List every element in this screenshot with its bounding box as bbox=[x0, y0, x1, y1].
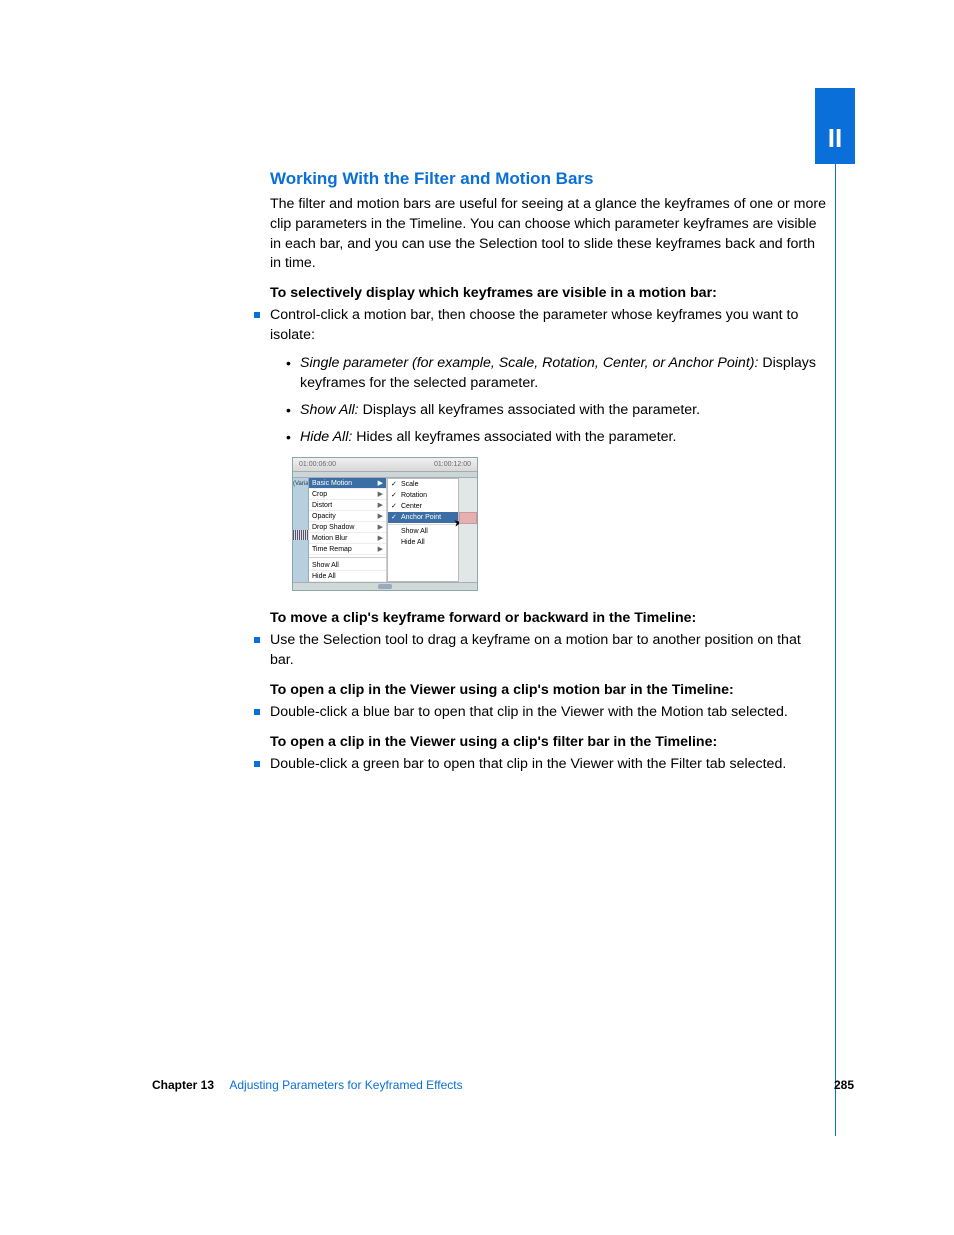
submenu-arrow-icon: ▶ bbox=[378, 523, 383, 533]
check-icon: ✓ bbox=[391, 491, 398, 501]
section-heading: Working With the Filter and Motion Bars bbox=[270, 167, 826, 191]
submenu-arrow-icon: ▶ bbox=[378, 512, 383, 522]
scrollbar[interactable] bbox=[293, 582, 477, 590]
submenu-item-center[interactable]: ✓Center bbox=[388, 501, 458, 512]
task2-heading: To move a clip's keyframe forward or bac… bbox=[270, 609, 826, 629]
sub-option-list: Single parameter (for example, Scale, Ro… bbox=[270, 354, 826, 448]
submenu-arrow-icon: ▶ bbox=[378, 479, 383, 489]
track-patch bbox=[293, 530, 309, 540]
submenu-arrow-icon: ▶ bbox=[378, 534, 383, 544]
chapter-title: Adjusting Parameters for Keyframed Effec… bbox=[229, 1078, 462, 1092]
sub-option: Single parameter (for example, Scale, Ro… bbox=[300, 354, 826, 394]
menu-item-opacity[interactable]: Opacity▶ bbox=[309, 511, 386, 522]
submenu-item-show-all[interactable]: Show All bbox=[388, 526, 458, 537]
task2-step: Use the Selection tool to drag a keyfram… bbox=[270, 631, 826, 671]
menu-item-time-remap[interactable]: Time Remap▶ bbox=[309, 544, 386, 555]
menu-item-show-all[interactable]: Show All bbox=[309, 560, 386, 571]
submenu-item-anchor-point[interactable]: ✓Anchor Point bbox=[388, 512, 458, 523]
sub-option: Hide All: Hides all keyframes associated… bbox=[300, 428, 826, 448]
submenu-item-hide-all[interactable]: Hide All bbox=[388, 537, 458, 548]
parameter-menu[interactable]: Basic Motion▶ Crop▶ Distort▶ Opacity▶ Dr… bbox=[309, 478, 387, 582]
page-number: 285 bbox=[834, 1078, 854, 1092]
check-icon: ✓ bbox=[391, 513, 398, 523]
sub-desc: Displays all keyframes associated with t… bbox=[359, 402, 700, 418]
sub-desc: Hides all keyframes associated with the … bbox=[352, 429, 676, 445]
task1-step: Control-click a motion bar, then choose … bbox=[270, 306, 826, 346]
side-rule bbox=[835, 164, 836, 1136]
scrollbar-thumb[interactable] bbox=[378, 584, 392, 589]
menu-item-drop-shadow[interactable]: Drop Shadow▶ bbox=[309, 522, 386, 533]
context-menu-screenshot: 01:00:06:00 01:00:12:00 (Varia Basic Mot… bbox=[292, 457, 478, 591]
task4-heading: To open a clip in the Viewer using a cli… bbox=[270, 733, 826, 753]
menu-item-distort[interactable]: Distort▶ bbox=[309, 500, 386, 511]
sub-term: Show All: bbox=[300, 402, 359, 418]
submenu-item-rotation[interactable]: ✓Rotation bbox=[388, 490, 458, 501]
task3-heading: To open a clip in the Viewer using a cli… bbox=[270, 681, 826, 701]
timecode-2: 01:00:12:00 bbox=[434, 460, 471, 470]
task1-heading: To selectively display which keyframes a… bbox=[270, 284, 826, 304]
page-content: Working With the Filter and Motion Bars … bbox=[270, 167, 826, 781]
submenu-item-scale[interactable]: ✓Scale bbox=[388, 479, 458, 490]
sub-option: Show All: Displays all keyframes associa… bbox=[300, 401, 826, 421]
submenu-arrow-icon: ▶ bbox=[378, 490, 383, 500]
timeline-ruler: 01:00:06:00 01:00:12:00 bbox=[293, 458, 477, 472]
submenu-arrow-icon: ▶ bbox=[378, 545, 383, 555]
sub-term: Single parameter (for example, Scale, Ro… bbox=[300, 355, 758, 371]
sub-term: Hide All: bbox=[300, 429, 352, 445]
menu-item-crop[interactable]: Crop▶ bbox=[309, 489, 386, 500]
task4-step: Double-click a green bar to open that cl… bbox=[270, 755, 826, 775]
parameter-submenu[interactable]: ✓Scale ✓Rotation ✓Center ✓Anchor Point S… bbox=[387, 478, 459, 582]
part-tab: II bbox=[815, 88, 855, 164]
check-icon: ✓ bbox=[391, 480, 398, 490]
page-footer: Chapter 13 Adjusting Parameters for Keyf… bbox=[152, 1078, 854, 1092]
intro-paragraph: The filter and motion bars are useful fo… bbox=[270, 195, 826, 275]
submenu-arrow-icon: ▶ bbox=[378, 501, 383, 511]
menu-item-hide-all[interactable]: Hide All bbox=[309, 571, 386, 582]
clip-strip bbox=[459, 512, 477, 524]
menu-item-motion-blur[interactable]: Motion Blur▶ bbox=[309, 533, 386, 544]
menu-item-basic-motion[interactable]: Basic Motion▶ bbox=[309, 478, 386, 489]
task3-step: Double-click a blue bar to open that cli… bbox=[270, 703, 826, 723]
check-icon: ✓ bbox=[391, 502, 398, 512]
timecode-1: 01:00:06:00 bbox=[299, 460, 336, 470]
chapter-label: Chapter 13 bbox=[152, 1078, 214, 1092]
